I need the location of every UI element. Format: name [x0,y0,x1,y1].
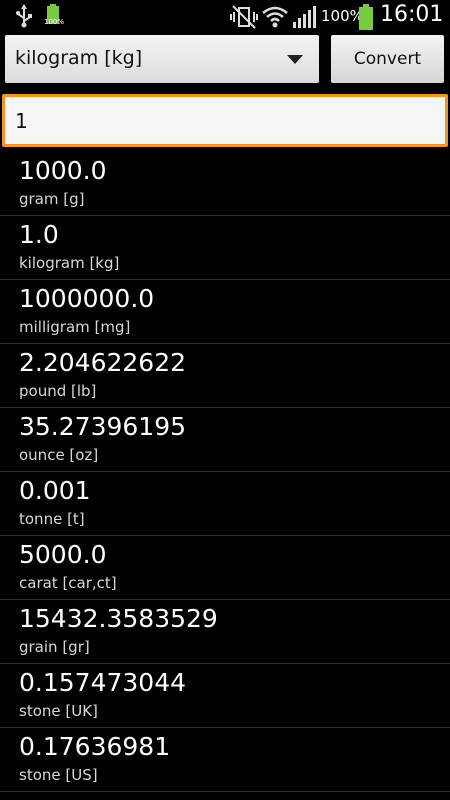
result-value: 5000.0 [19,540,107,569]
result-value: 1000000.0 [19,284,155,313]
list-item[interactable]: 0.001 tonne [t] [0,472,450,536]
result-unit: grain [gr] [19,638,90,656]
list-item[interactable]: 5000.0 carat [car,ct] [0,536,450,600]
list-item[interactable]: 0.17636981 stone [US] [0,728,450,792]
small-battery-text: 100% [44,18,65,26]
list-item[interactable]: 0.157473044 stone [UK] [0,664,450,728]
wifi-icon [262,6,288,28]
results-list[interactable]: 1000.0 gram [g] 1.0 kilogram [kg] 100000… [0,152,450,800]
convert-button[interactable]: Convert [331,35,444,83]
result-unit: ounce [oz] [19,446,99,464]
clock-time: 16:01 [380,2,444,27]
list-item[interactable]: 1.0 kilogram [kg] [0,216,450,280]
result-value: 0.001 [19,476,91,505]
result-unit: gram [g] [19,190,85,208]
list-item[interactable]: 1000.0 gram [g] [0,152,450,216]
result-value: 1000.0 [19,156,107,185]
unit-dropdown[interactable]: kilogram [kg] [5,35,319,83]
result-value: 35.27396195 [19,412,187,441]
chevron-down-icon [287,55,303,64]
unit-dropdown-label: kilogram [kg] [15,47,143,69]
value-input[interactable]: 1 [2,94,448,147]
value-input-text: 1 [15,109,28,133]
battery-icon [359,4,373,30]
result-value: 1.0 [19,220,59,249]
result-value: 0.157473044 [19,668,187,697]
usb-icon [16,4,32,28]
result-unit: pound [lb] [19,382,97,400]
converter-toolbar: kilogram [kg] Convert [0,33,450,89]
list-item[interactable]: 15432.3583529 grain [gr] [0,600,450,664]
result-value: 0.17636981 [19,732,171,761]
result-unit: carat [car,ct] [19,574,117,592]
list-item[interactable]: 35.27396195 ounce [oz] [0,408,450,472]
result-unit: stone [US] [19,766,98,784]
result-value: 2.204622622 [19,348,187,377]
result-unit: milligram [mg] [19,318,131,336]
result-value: 15432.3583529 [19,604,218,633]
list-item[interactable]: 1000000.0 milligram [mg] [0,280,450,344]
signal-icon [293,6,316,28]
list-item[interactable]: 2.204622622 pound [lb] [0,344,450,408]
result-unit: kilogram [kg] [19,254,120,272]
result-unit: tonne [t] [19,510,85,528]
result-unit: stone [UK] [19,702,98,720]
status-bar: 100% 100% 16:01 [0,0,450,33]
vibrate-mute-icon [230,5,258,29]
